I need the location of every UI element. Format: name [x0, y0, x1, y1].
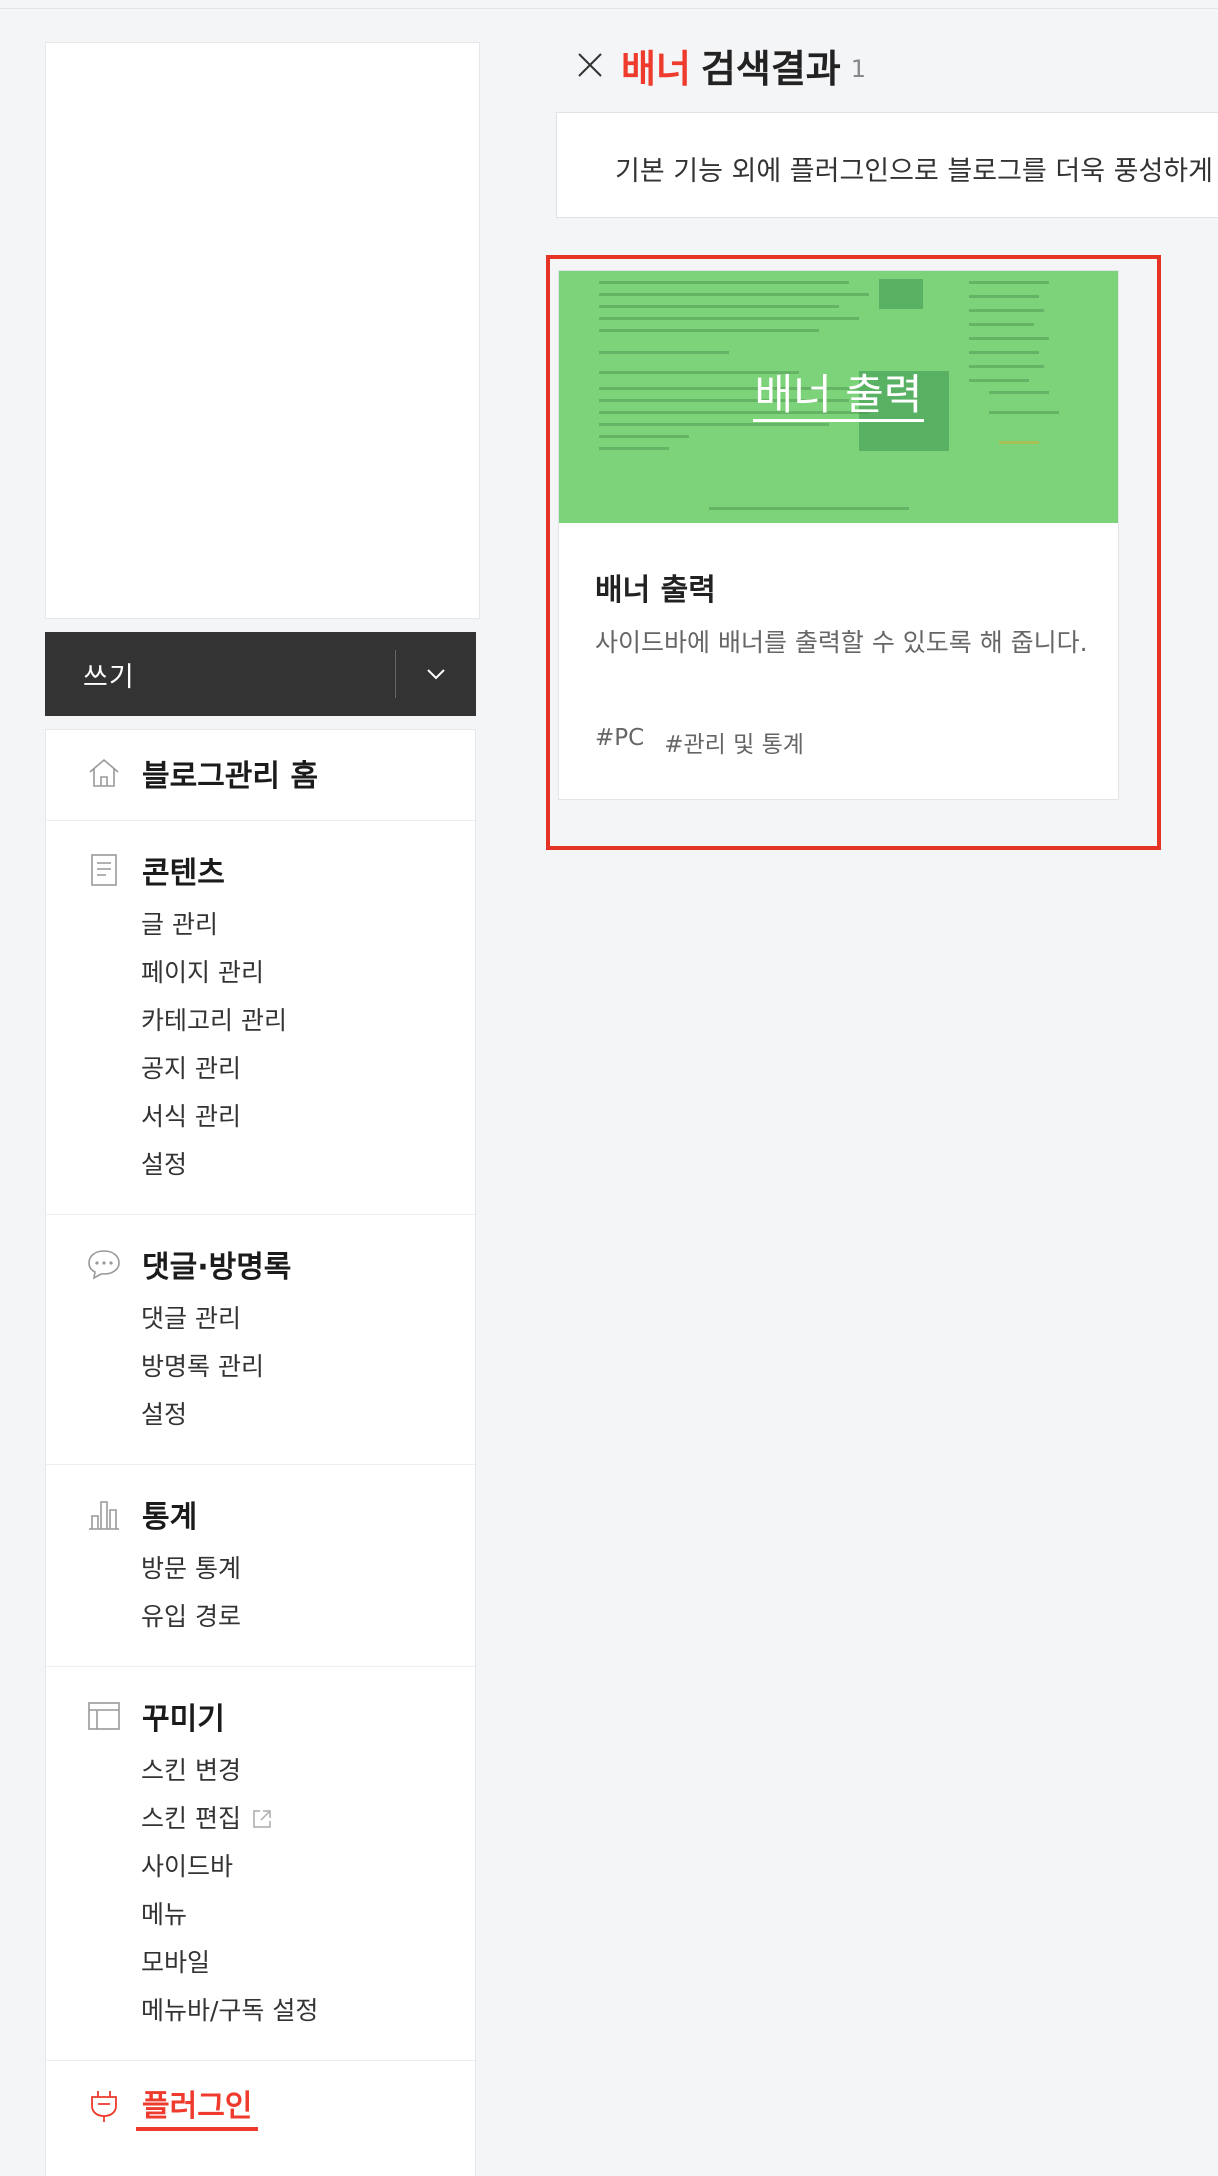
search-keyword: 배너	[621, 46, 691, 91]
write-bar: 쓰기	[45, 632, 476, 716]
write-dropdown-button[interactable]	[396, 668, 476, 680]
home-icon	[84, 753, 124, 793]
external-link-icon	[251, 1808, 273, 1830]
nav-item-page-manage[interactable]: 페이지 관리	[141, 949, 475, 997]
nav-stats-label: 통계	[142, 1500, 198, 1535]
comment-icon	[84, 1244, 124, 1284]
nav-item-template-manage[interactable]: 서식 관리	[141, 1093, 475, 1141]
chevron-down-icon	[427, 669, 445, 680]
nav-home-label: 블로그관리 홈	[142, 759, 319, 794]
nav-stats-link[interactable]: 통계	[46, 1491, 475, 1537]
nav-item-sidebar[interactable]: 사이드바	[141, 1843, 475, 1891]
layout-icon	[84, 1696, 124, 1736]
sidebar-nav: 블로그관리 홈 콘텐츠 글 관리 페이지 관리 카테고리 관리 공지 관리 서식…	[45, 729, 476, 2176]
plugin-thumbnail-title-text: 배너 출력	[752, 370, 925, 422]
nav-plugin-link[interactable]: 플러그인	[46, 2081, 475, 2131]
nav-item-menubar-subscribe[interactable]: 메뉴바/구독 설정	[141, 1987, 475, 2035]
nav-item-contents-settings[interactable]: 설정	[141, 1141, 475, 1189]
nav-item-post-manage[interactable]: 글 관리	[141, 901, 475, 949]
nav-decorate-link[interactable]: 꾸미기	[46, 1693, 475, 1739]
plugin-description: 사이드바에 배너를 출력할 수 있도록 해 줍니다.	[595, 628, 1088, 657]
nav-item-skin-edit[interactable]: 스킨 편집	[141, 1795, 475, 1843]
nav-item-skin-edit-label: 스킨 편집	[141, 1804, 241, 1833]
plugin-description-text: 기본 기능 외에 플러그인으로 블로그를 더욱 풍성하게	[615, 156, 1213, 187]
document-icon	[84, 850, 124, 890]
blog-profile-panel	[45, 42, 480, 619]
nav-item-category-manage[interactable]: 카테고리 관리	[141, 997, 475, 1045]
top-divider	[0, 0, 1218, 9]
plugin-description-box: 기본 기능 외에 플러그인으로 블로그를 더욱 풍성하게	[556, 112, 1218, 218]
plugin-tag[interactable]: #관리 및 통계	[664, 725, 804, 759]
nav-section-home: 블로그관리 홈	[46, 730, 475, 821]
nav-contents-link[interactable]: 콘텐츠	[46, 847, 475, 893]
nav-item-comments-settings[interactable]: 설정	[141, 1391, 475, 1439]
nav-plugin-label: 플러그인	[136, 2081, 259, 2131]
write-button[interactable]: 쓰기	[45, 655, 395, 694]
plug-icon	[84, 2086, 124, 2126]
nav-section-comments: 댓글·방명록 댓글 관리 방명록 관리 설정	[46, 1215, 475, 1465]
close-search-button[interactable]	[573, 48, 607, 82]
nav-item-visit-stats[interactable]: 방문 통계	[141, 1545, 475, 1593]
nav-item-comment-manage[interactable]: 댓글 관리	[141, 1295, 475, 1343]
nav-section-contents: 콘텐츠 글 관리 페이지 관리 카테고리 관리 공지 관리 서식 관리 설정	[46, 821, 475, 1215]
nav-comments-link[interactable]: 댓글·방명록	[46, 1241, 475, 1287]
nav-comments-label: 댓글·방명록	[142, 1250, 292, 1285]
plugin-tags: #PC #관리 및 통계	[595, 725, 804, 759]
plugin-thumbnail-title: 배너 출력	[559, 361, 1118, 422]
plugin-tag[interactable]: #PC	[595, 725, 644, 759]
nav-section-decorate: 꾸미기 스킨 변경 스킨 편집 사이드바 메뉴 모바일 메뉴바/구독 설정	[46, 1667, 475, 2061]
search-result-label: 검색결과	[700, 46, 841, 91]
search-result-header: 배너 검색결과 1	[573, 38, 866, 92]
nav-contents-label: 콘텐츠	[142, 856, 225, 891]
nav-item-mobile[interactable]: 모바일	[141, 1939, 475, 1987]
nav-item-skin-change[interactable]: 스킨 변경	[141, 1747, 475, 1795]
close-icon	[578, 53, 602, 77]
nav-home-link[interactable]: 블로그관리 홈	[46, 750, 475, 796]
nav-item-guestbook-manage[interactable]: 방명록 관리	[141, 1343, 475, 1391]
nav-item-notice-manage[interactable]: 공지 관리	[141, 1045, 475, 1093]
nav-section-stats: 통계 방문 통계 유입 경로	[46, 1465, 475, 1667]
plugin-card-banner[interactable]: 배너 출력 배너 출력 사이드바에 배너를 출력할 수 있도록 해 줍니다. #…	[558, 270, 1119, 800]
plugin-thumbnail: 배너 출력	[559, 271, 1118, 523]
nav-section-plugin: 플러그인	[46, 2061, 475, 2145]
chart-icon	[84, 1494, 124, 1534]
search-result-count: 1	[850, 55, 867, 83]
nav-item-menu[interactable]: 메뉴	[141, 1891, 475, 1939]
nav-item-referrer[interactable]: 유입 경로	[141, 1593, 475, 1641]
nav-decorate-label: 꾸미기	[142, 1702, 225, 1737]
plugin-title: 배너 출력	[595, 573, 716, 608]
